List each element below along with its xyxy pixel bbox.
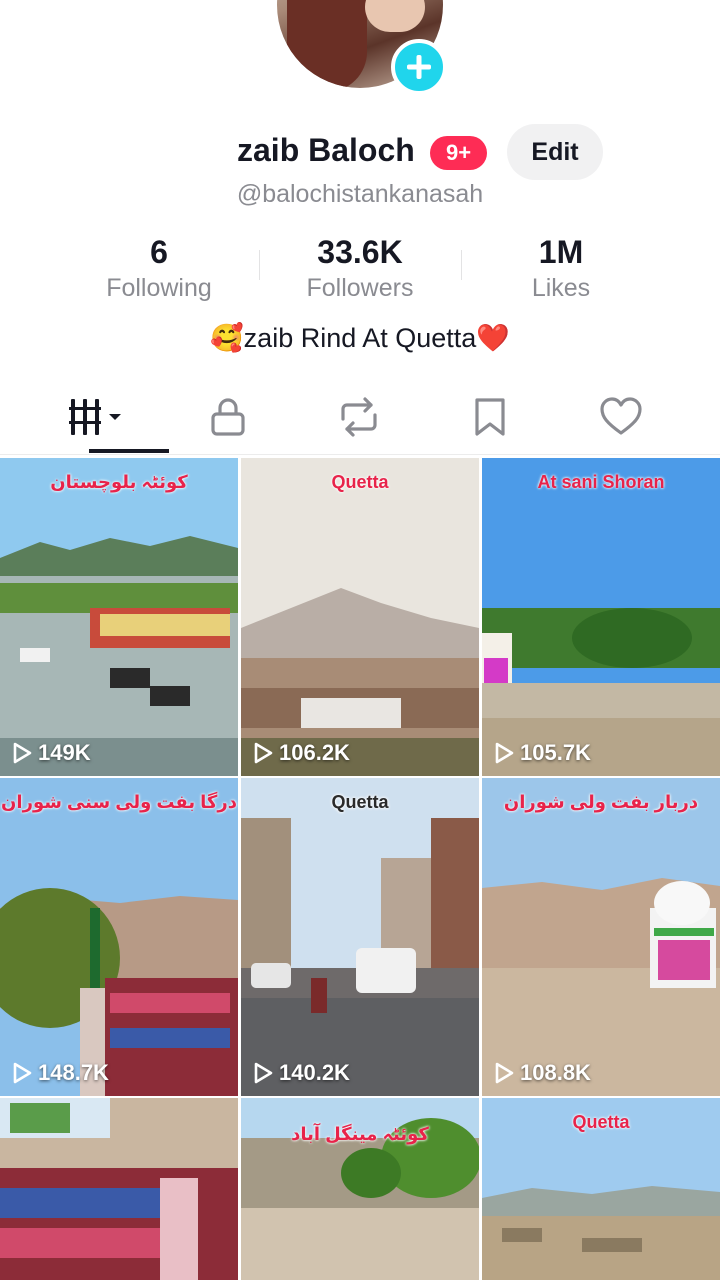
play-icon	[254, 1062, 273, 1084]
thumbnail-scene	[0, 458, 238, 776]
notification-badge[interactable]: 9+	[430, 136, 487, 170]
profile-tabs	[0, 382, 720, 455]
tab-reposts[interactable]	[294, 382, 424, 452]
tab-private[interactable]	[163, 382, 293, 452]
view-count: 148.7K	[12, 1060, 109, 1086]
profile-bio: 🥰zaib Rind At Quetta❤️	[210, 323, 510, 353]
video-caption: Quetta	[331, 472, 389, 492]
thumbnail-scene	[482, 458, 720, 776]
lock-icon	[211, 398, 245, 436]
stat-label: Followers	[306, 274, 414, 302]
thumbnail-scene	[0, 778, 238, 1096]
stat-likes[interactable]: 1M Likes	[461, 232, 661, 303]
video-caption: Quetta	[572, 1112, 630, 1132]
stat-label: Likes	[531, 274, 591, 302]
view-count-text: 140.2K	[279, 1060, 350, 1085]
play-icon	[254, 742, 273, 764]
grid-icon	[69, 399, 121, 435]
thumbnail-scene	[0, 1098, 238, 1280]
video-caption: کوئٹہ مینگل آباد	[291, 1124, 429, 1144]
view-count-text: 148.7K	[38, 1060, 109, 1085]
active-tab-indicator	[89, 449, 169, 453]
play-icon	[13, 742, 32, 764]
stat-value: 6	[150, 234, 168, 270]
video-thumbnail[interactable]: Quetta	[482, 1098, 720, 1280]
repost-icon	[341, 397, 377, 437]
video-caption: At sani Shoran	[537, 472, 665, 492]
view-count-text: 108.8K	[520, 1060, 591, 1085]
video-caption: Quetta	[331, 792, 389, 812]
view-count-text: 105.7K	[520, 740, 591, 765]
stat-value: 1M	[538, 234, 584, 270]
video-thumbnail[interactable]: کوئٹہ مینگل آباد	[241, 1098, 479, 1280]
view-count: 149K	[12, 740, 91, 766]
view-count: 140.2K	[253, 1060, 350, 1086]
video-caption: درگا بفت ولی سنی شوران	[1, 792, 237, 812]
view-count-text: 106.2K	[279, 740, 350, 765]
profile-name-row: zaib Baloch 9+ Edit	[0, 124, 720, 180]
stat-label: Following	[106, 274, 212, 302]
edit-profile-button[interactable]: Edit	[507, 124, 603, 180]
view-count: 108.8K	[494, 1060, 591, 1086]
play-icon	[495, 742, 514, 764]
video-caption: دربار بفت ولی شوران	[503, 792, 699, 812]
video-thumbnail[interactable]: دربار بفت ولی شوران 108.8K	[482, 778, 720, 1096]
bookmark-icon	[475, 398, 505, 436]
video-thumbnail[interactable]: Quetta 140.2K	[241, 778, 479, 1096]
play-icon	[495, 1062, 514, 1084]
thumbnail-scene	[241, 778, 479, 1096]
display-name: zaib Baloch	[237, 132, 415, 168]
view-count: 105.7K	[494, 740, 591, 766]
play-icon	[13, 1062, 32, 1084]
username-handle: @balochistankanasah	[236, 180, 484, 208]
video-caption: کوئٹہ بلوچستان	[50, 472, 188, 492]
heart-icon	[600, 397, 642, 435]
view-count: 106.2K	[253, 740, 350, 766]
video-thumbnail[interactable]: کوئٹہ بلوچستان 149K	[0, 458, 238, 776]
add-photo-button[interactable]	[391, 39, 447, 95]
thumbnail-scene	[482, 778, 720, 1096]
stat-following[interactable]: 6 Following	[59, 232, 259, 303]
tab-liked[interactable]	[556, 382, 686, 452]
video-thumbnail[interactable]: درگا بفت ولی سنی شوران 148.7K	[0, 778, 238, 1096]
video-thumbnail[interactable]: At sani Shoran 105.7K	[482, 458, 720, 776]
video-thumbnail[interactable]: Quetta 106.2K	[241, 458, 479, 776]
view-count-text: 149K	[38, 740, 91, 765]
thumbnail-scene	[241, 458, 479, 776]
plus-icon	[407, 55, 431, 79]
tab-saved[interactable]	[425, 382, 555, 452]
stat-followers[interactable]: 33.6K Followers	[260, 232, 460, 303]
video-thumbnail[interactable]	[0, 1098, 238, 1280]
stat-value: 33.6K	[317, 234, 403, 270]
tab-videos[interactable]	[32, 382, 169, 453]
